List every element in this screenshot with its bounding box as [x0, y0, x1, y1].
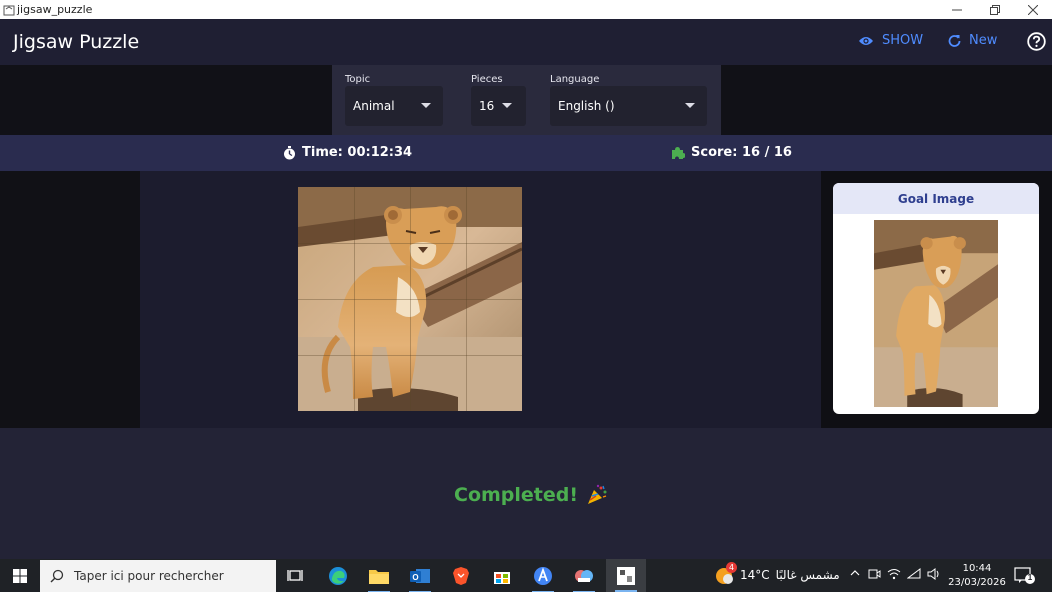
language-value: English (): [558, 99, 615, 113]
completed-text: Completed!: [454, 484, 579, 506]
svg-text:O: O: [412, 573, 418, 582]
left-panel: [0, 171, 140, 428]
wifi-icon[interactable]: [907, 567, 921, 581]
time-text: Time: 00:12:34: [302, 145, 413, 160]
weather-badge: 4: [726, 562, 737, 573]
show-button[interactable]: SHOW: [858, 33, 923, 48]
refresh-icon: [948, 35, 961, 47]
chevron-down-icon: [421, 103, 431, 108]
new-label: New: [969, 33, 998, 48]
store-icon: [494, 572, 510, 584]
score: Score: 16 / 16: [671, 145, 792, 160]
chevron-down-icon: [685, 103, 695, 108]
volume-icon[interactable]: [927, 567, 941, 581]
flutter-app-button[interactable]: [568, 563, 600, 592]
app-title: Jigsaw Puzzle: [13, 31, 140, 53]
pieces-label: Pieces: [471, 74, 503, 85]
store-button[interactable]: [486, 563, 518, 589]
settings-panel: Topic Animal Pieces 16 Language English …: [332, 65, 721, 135]
pieces-value: 16: [479, 99, 495, 113]
grid-line: [298, 355, 522, 356]
close-button[interactable]: [1014, 0, 1052, 19]
jigsaw-app-icon: [617, 566, 635, 585]
taskbar: Taper ici pour rechercher O 4 14°C مشمس …: [0, 559, 1052, 592]
brave-button[interactable]: [445, 563, 477, 589]
outlook-icon: O: [410, 569, 430, 583]
notification-count: 1: [1027, 573, 1033, 582]
clock-date: 23/03/2026: [948, 577, 1006, 588]
minimize-icon: [952, 9, 962, 10]
goal-image-title: Goal Image: [833, 183, 1039, 214]
android-studio-icon: [534, 567, 552, 585]
system-tray: [849, 567, 941, 581]
windows-logo-icon: [13, 568, 27, 583]
task-view-button[interactable]: [279, 563, 311, 589]
party-popper-icon: [588, 484, 607, 504]
topic-value: Animal: [353, 99, 395, 113]
timer: Time: 00:12:34: [283, 145, 412, 160]
restore-button[interactable]: [976, 0, 1014, 19]
weather-text: مشمس غالبًا: [775, 568, 840, 582]
grid-line: [298, 243, 522, 244]
goal-image-card: Goal Image: [833, 183, 1039, 414]
app-a-button[interactable]: [527, 563, 559, 592]
stopwatch-icon: [284, 145, 295, 159]
score-text: Score: 16 / 16: [691, 145, 792, 160]
weather-sun-icon: 4: [714, 562, 737, 585]
window-title: jigsaw_puzzle: [17, 3, 93, 16]
clock-time: 10:44: [962, 563, 992, 574]
grid-line: [298, 299, 522, 300]
language-label: Language: [550, 74, 600, 85]
topic-label: Topic: [345, 74, 371, 85]
jigsaw-puzzle-taskbar-button[interactable]: [606, 559, 646, 592]
task-view-icon: [287, 570, 303, 581]
puzzle-piece-icon: [672, 146, 685, 159]
chevron-up-icon[interactable]: [849, 567, 861, 579]
eye-icon: [859, 36, 873, 45]
pieces-select[interactable]: 16: [471, 86, 526, 126]
app-window-icon: [3, 4, 15, 16]
show-label: SHOW: [882, 33, 924, 48]
meet-now-icon[interactable]: [867, 567, 881, 581]
help-icon[interactable]: [1027, 32, 1046, 51]
taskbar-clock[interactable]: 10:44 23/03/2026: [948, 562, 1006, 590]
search-placeholder: Taper ici pour rechercher: [74, 569, 224, 583]
weather-temp: 14°C: [740, 568, 770, 582]
notifications-button[interactable]: 1: [1014, 567, 1036, 590]
network-icon[interactable]: [887, 567, 901, 581]
app-bar: Jigsaw Puzzle SHOW New: [0, 19, 1052, 65]
edge-taskbar-button[interactable]: [322, 563, 354, 589]
edge-icon: [329, 567, 347, 585]
restore-icon: [990, 4, 1000, 15]
window-titlebar: jigsaw_puzzle: [0, 0, 1052, 19]
language-select[interactable]: English (): [550, 86, 707, 126]
folder-icon: [369, 570, 389, 584]
file-explorer-button[interactable]: [363, 563, 395, 592]
brave-icon: [453, 567, 469, 585]
status-bar: Time: 00:12:34 Score: 16 / 16: [0, 135, 1052, 171]
outlook-button[interactable]: O: [404, 563, 436, 592]
search-icon: [50, 569, 64, 583]
completed-message: Completed!: [454, 484, 608, 506]
chevron-down-icon: [502, 103, 512, 108]
topic-select[interactable]: Animal: [345, 86, 443, 126]
new-button[interactable]: New: [948, 33, 997, 48]
close-icon: [1028, 4, 1038, 15]
start-button[interactable]: [0, 559, 40, 592]
weather-widget[interactable]: 4 14°C مشمس غالبًا: [714, 562, 840, 585]
minimize-button[interactable]: [938, 0, 976, 19]
taskbar-search[interactable]: Taper ici pour rechercher: [40, 560, 276, 592]
snipping-icon: [575, 570, 593, 582]
puzzle-board[interactable]: [298, 187, 522, 411]
goal-image: [874, 220, 998, 407]
